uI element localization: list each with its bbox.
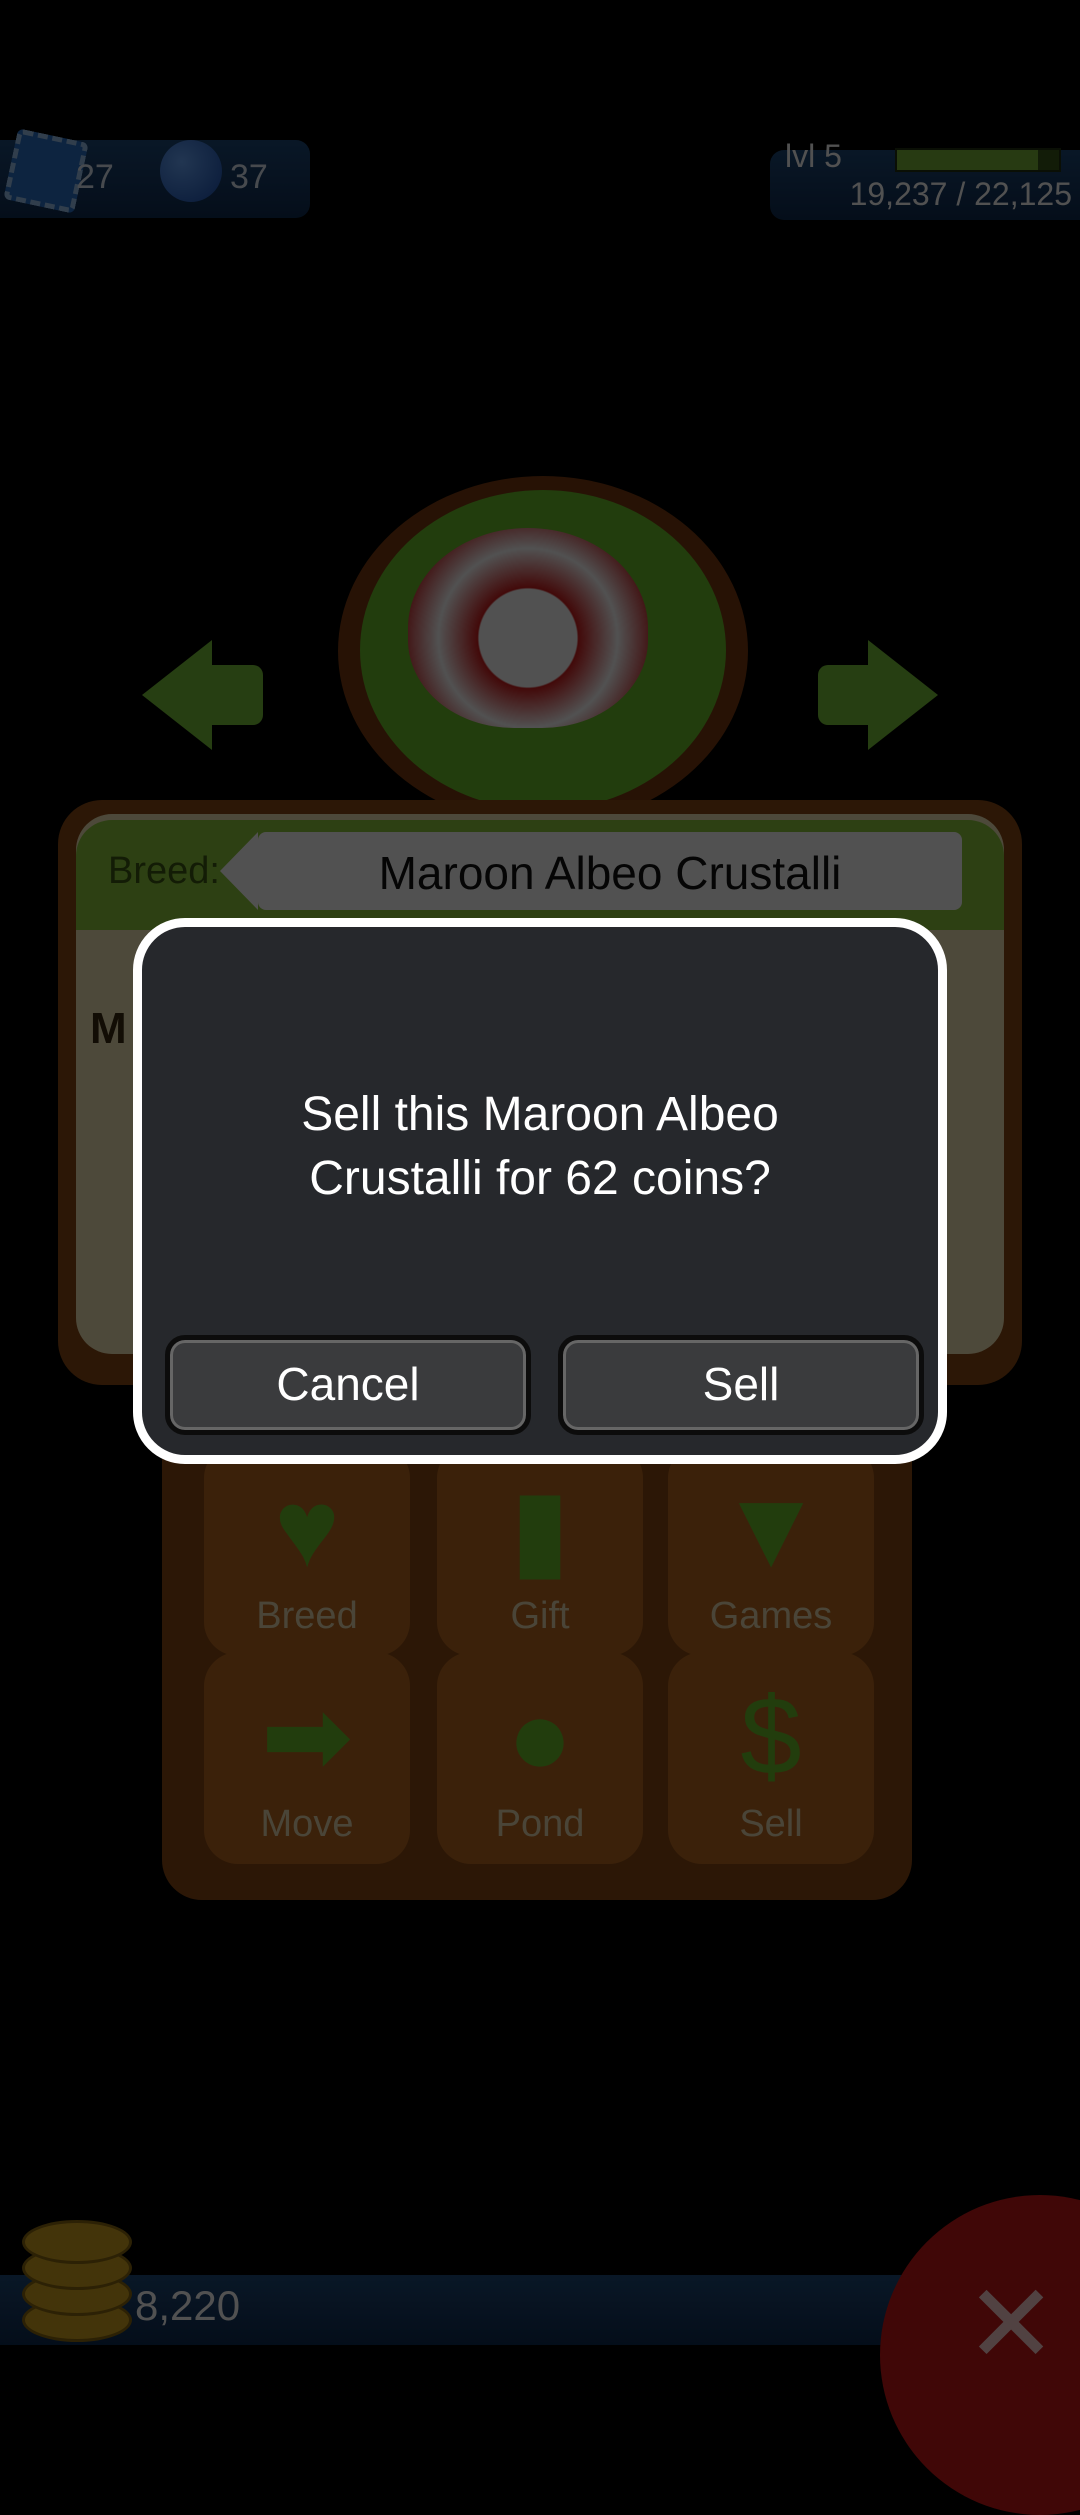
confirm-sell-button[interactable]: Sell [558, 1335, 924, 1435]
potion-icon [160, 140, 222, 202]
dialog-message-line1: Sell this Maroon Albeo [301, 1088, 779, 1141]
next-arrow-icon[interactable] [868, 640, 938, 750]
next-arrow-shaft[interactable] [818, 665, 873, 725]
potions-count: 37 [230, 158, 268, 196]
coin-count: 8,220 [135, 2282, 241, 2329]
games-label: Games [709, 1595, 833, 1637]
breed-name: Maroon Albeo Crustalli [378, 847, 842, 899]
coin-stack-icon [22, 2220, 132, 2342]
gift-button[interactable]: ▮ Gift [437, 1444, 643, 1656]
spinning-top-icon: ▼ [716, 1467, 826, 1590]
move-button[interactable]: ➡ Move [204, 1652, 410, 1864]
breed-label: Breed: [108, 850, 220, 892]
sell-button[interactable]: $ Sell [668, 1652, 874, 1864]
heart-icon: ♥ [274, 1467, 340, 1590]
arrow-right-icon: ➡ [260, 1675, 354, 1798]
level-label: lvl 5 [785, 138, 842, 174]
dialog-message-line2: Crustalli for 62 coins? [309, 1152, 771, 1205]
xp-progress-bar [895, 148, 1061, 172]
sell-label: Sell [739, 1803, 803, 1845]
breed-button[interactable]: ♥ Breed [204, 1444, 410, 1656]
partial-label: M [90, 1004, 127, 1053]
frog-image [408, 528, 648, 728]
xp-progress-fill [897, 150, 1038, 170]
gift-label: Gift [510, 1595, 570, 1637]
close-icon[interactable]: ✕ [965, 2260, 1057, 2388]
games-button[interactable]: ▼ Games [668, 1444, 874, 1656]
move-label: Move [260, 1803, 354, 1845]
stamps-count: 27 [76, 158, 114, 196]
gift-icon: ▮ [509, 1467, 571, 1590]
previous-arrow-shaft[interactable] [208, 665, 263, 725]
lily-pad-icon: ● [506, 1675, 574, 1798]
pond-label: Pond [495, 1803, 585, 1845]
xp-text: 19,237 / 22,125 [849, 176, 1072, 212]
dollar-icon: $ [740, 1675, 802, 1798]
sell-confirm-dialog: Sell this Maroon Albeo Crustalli for 62 … [133, 918, 947, 1464]
dialog-message: Sell this Maroon Albeo Crustalli for 62 … [142, 1083, 938, 1211]
pond-button[interactable]: ● Pond [437, 1652, 643, 1864]
breed-label: Breed [256, 1595, 358, 1637]
cancel-button[interactable]: Cancel [165, 1335, 531, 1435]
previous-arrow-icon[interactable] [142, 640, 212, 750]
